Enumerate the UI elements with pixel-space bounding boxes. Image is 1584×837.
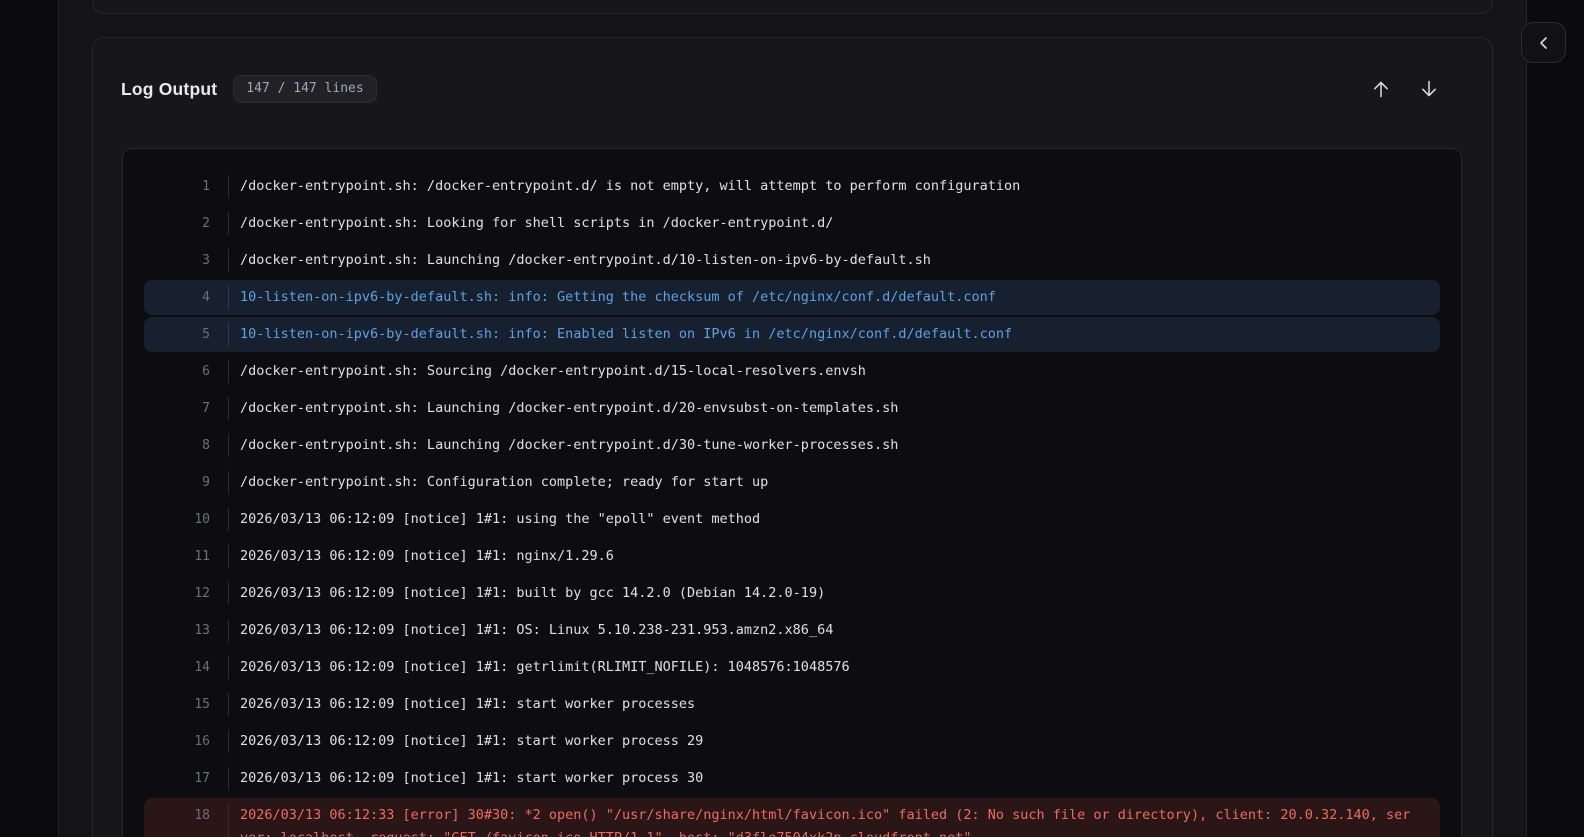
line-text: 2026/03/13 06:12:09 [notice] 1#1: using … (240, 511, 761, 527)
line-text: /docker-entrypoint.sh: /docker-entrypoin… (240, 178, 1021, 194)
line-text: 2026/03/13 06:12:09 [notice] 1#1: getrli… (240, 659, 850, 675)
line-text: 2026/03/13 06:12:09 [notice] 1#1: nginx/… (240, 548, 614, 564)
line-text: 2026/03/13 06:12:09 [notice] 1#1: start … (240, 696, 696, 712)
gutter-divider (228, 767, 229, 790)
gutter-divider (228, 656, 229, 679)
log-line: 6 /docker-entrypoint.sh: Sourcing /docke… (144, 354, 1440, 389)
log-output-header: Log Output 147 / 147 lines (93, 38, 1492, 104)
line-text: /docker-entrypoint.sh: Launching /docker… (240, 437, 899, 453)
log-output-panel: Log Output 147 / 147 lines 1 /docker-ent… (92, 37, 1493, 837)
arrow-up-icon (1370, 78, 1392, 100)
gutter-divider (228, 323, 229, 346)
previous-card-edge (92, 0, 1493, 14)
gutter-divider (228, 471, 229, 494)
line-text: 2026/03/13 06:12:09 [notice] 1#1: start … (240, 733, 704, 749)
log-line: 3 /docker-entrypoint.sh: Launching /dock… (144, 243, 1440, 278)
log-line: 14 2026/03/13 06:12:09 [notice] 1#1: get… (144, 650, 1440, 685)
line-number: 1 (202, 179, 210, 194)
line-number: 11 (194, 549, 210, 564)
gutter-divider (228, 804, 229, 837)
log-line: 7 /docker-entrypoint.sh: Launching /dock… (144, 391, 1440, 426)
gutter-divider (228, 693, 229, 716)
line-number: 3 (202, 253, 210, 268)
line-text: /docker-entrypoint.sh: Launching /docker… (240, 400, 899, 416)
line-number: 12 (194, 586, 210, 601)
scroll-to-bottom-button[interactable] (1414, 74, 1444, 104)
line-text: 10-listen-on-ipv6-by-default.sh: info: E… (240, 326, 1013, 342)
line-number: 10 (194, 512, 210, 527)
line-text: 2026/03/13 06:12:33 [error] 30#30: *2 op… (240, 807, 1411, 837)
left-background-strip (0, 0, 59, 837)
log-line: 8 /docker-entrypoint.sh: Launching /dock… (144, 428, 1440, 463)
line-number: 6 (202, 364, 210, 379)
line-number: 2 (202, 216, 210, 231)
gutter-divider (228, 286, 229, 309)
log-line: 1 /docker-entrypoint.sh: /docker-entrypo… (144, 169, 1440, 204)
log-line: 12 2026/03/13 06:12:09 [notice] 1#1: bui… (144, 576, 1440, 611)
line-text: /docker-entrypoint.sh: Looking for shell… (240, 215, 834, 231)
line-text: /docker-entrypoint.sh: Launching /docker… (240, 252, 931, 268)
line-number: 9 (202, 475, 210, 490)
line-number: 7 (202, 401, 210, 416)
gutter-divider (228, 360, 229, 383)
arrow-down-icon (1418, 78, 1440, 100)
gutter-divider (228, 545, 229, 568)
gutter-divider (228, 619, 229, 642)
line-number: 8 (202, 438, 210, 453)
line-text: 10-listen-on-ipv6-by-default.sh: info: G… (240, 289, 996, 305)
line-number: 5 (202, 327, 210, 342)
line-text: /docker-entrypoint.sh: Sourcing /docker-… (240, 363, 866, 379)
chevron-left-icon (1534, 33, 1554, 53)
log-line: 2 /docker-entrypoint.sh: Looking for she… (144, 206, 1440, 241)
line-number: 4 (202, 290, 210, 305)
gutter-divider (228, 397, 229, 420)
line-text: /docker-entrypoint.sh: Configuration com… (240, 474, 769, 490)
line-count-badge: 147 / 147 lines (233, 75, 377, 103)
gutter-divider (228, 249, 229, 272)
log-line: 17 2026/03/13 06:12:09 [notice] 1#1: sta… (144, 761, 1440, 796)
line-number: 18 (194, 808, 210, 823)
log-line: 5 10-listen-on-ipv6-by-default.sh: info:… (144, 317, 1440, 352)
right-background-strip (1526, 0, 1584, 837)
line-text: 2026/03/13 06:12:09 [notice] 1#1: built … (240, 585, 826, 601)
gutter-divider (228, 434, 229, 457)
gutter-divider (228, 175, 229, 198)
gutter-divider (228, 730, 229, 753)
line-text: 2026/03/13 06:12:09 [notice] 1#1: OS: Li… (240, 622, 834, 638)
log-line: 11 2026/03/13 06:12:09 [notice] 1#1: ngi… (144, 539, 1440, 574)
gutter-divider (228, 212, 229, 235)
log-box: 1 /docker-entrypoint.sh: /docker-entrypo… (122, 148, 1462, 837)
log-line: 18 2026/03/13 06:12:33 [error] 30#30: *2… (144, 798, 1440, 837)
log-line: 10 2026/03/13 06:12:09 [notice] 1#1: usi… (144, 502, 1440, 537)
log-line: 4 10-listen-on-ipv6-by-default.sh: info:… (144, 280, 1440, 315)
line-number: 14 (194, 660, 210, 675)
collapse-panel-button[interactable] (1521, 22, 1566, 63)
gutter-divider (228, 582, 229, 605)
line-text: 2026/03/13 06:12:09 [notice] 1#1: start … (240, 770, 704, 786)
log-line: 13 2026/03/13 06:12:09 [notice] 1#1: OS:… (144, 613, 1440, 648)
line-number: 13 (194, 623, 210, 638)
log-line: 9 /docker-entrypoint.sh: Configuration c… (144, 465, 1440, 500)
line-number: 15 (194, 697, 210, 712)
line-number: 16 (194, 734, 210, 749)
log-line: 15 2026/03/13 06:12:09 [notice] 1#1: sta… (144, 687, 1440, 722)
gutter-divider (228, 508, 229, 531)
line-number: 17 (194, 771, 210, 786)
page-title: Log Output (121, 79, 218, 99)
log-line: 16 2026/03/13 06:12:09 [notice] 1#1: sta… (144, 724, 1440, 759)
scroll-to-top-button[interactable] (1366, 74, 1396, 104)
